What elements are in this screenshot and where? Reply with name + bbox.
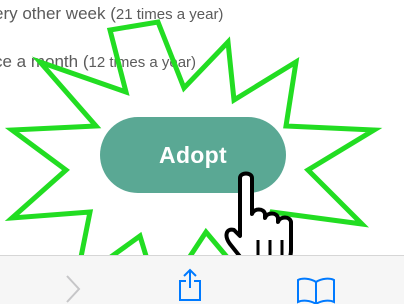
bookmarks-icon[interactable]	[296, 276, 336, 304]
share-icon[interactable]	[176, 268, 204, 302]
forward-chevron-icon[interactable]	[64, 274, 82, 304]
adopt-button-label: Adopt	[159, 141, 227, 168]
browser-toolbar	[0, 255, 404, 304]
